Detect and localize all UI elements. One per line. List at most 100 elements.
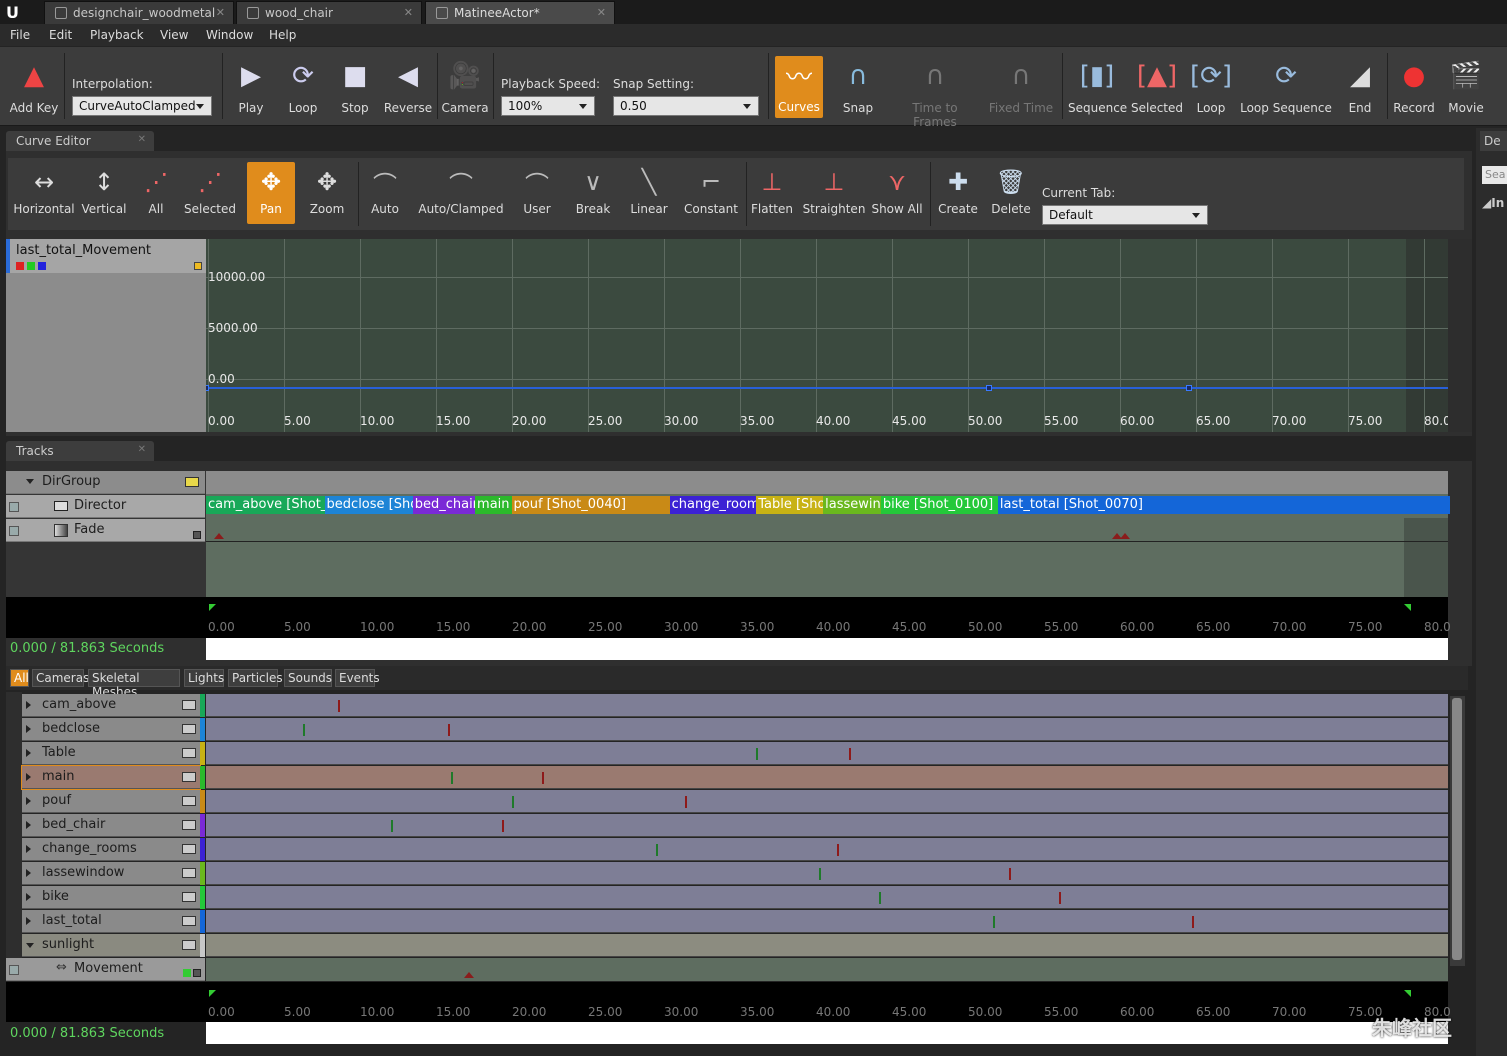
curve-key-point[interactable] <box>985 385 992 391</box>
key-tick[interactable] <box>391 820 394 832</box>
zoom-button[interactable]: ✥ Zoom <box>302 162 352 224</box>
key-tick[interactable] <box>338 700 341 712</box>
key-tick[interactable] <box>756 748 759 760</box>
curve-graph[interactable]: 10000.00 5000.00 0.00 0.00 5.00 10.00 15.00… <box>206 239 1448 432</box>
view-loop-button[interactable]: [⟳] Loop <box>1186 57 1236 117</box>
key-tick[interactable] <box>1008 868 1011 880</box>
tab-wood-chair[interactable]: wood_chair ✕ <box>236 1 422 24</box>
auto-tangent-button[interactable]: ⌒ Auto <box>362 162 408 224</box>
menu-edit[interactable]: Edit <box>49 28 72 42</box>
expand-arrow-icon[interactable] <box>26 797 31 805</box>
director-shot[interactable]: pouf [Shot_0040] <box>511 496 670 514</box>
details-category[interactable]: ◢In <box>1482 196 1507 214</box>
group-row[interactable]: lassewindow <box>22 862 200 885</box>
filter-skeletal-meshes[interactable]: Skeletal Meshes <box>88 669 180 699</box>
group-lane-dirgroup[interactable] <box>206 471 1448 494</box>
playback-speed-dropdown[interactable]: 100% <box>501 96 595 116</box>
key-tick[interactable] <box>655 844 658 856</box>
group-lane[interactable] <box>206 886 1448 909</box>
filter-cameras[interactable]: Cameras <box>32 669 89 687</box>
menu-help[interactable]: Help <box>269 28 296 42</box>
fixed-time-button[interactable]: ∩ Fixed Time <box>988 57 1054 117</box>
sequence-end-marker[interactable] <box>1404 990 1411 997</box>
end-button[interactable]: ◢ End <box>1332 57 1388 117</box>
group-row[interactable]: main <box>21 765 201 790</box>
key-marker[interactable] <box>1120 533 1130 539</box>
expand-arrow-icon[interactable] <box>26 869 31 877</box>
key-tick[interactable] <box>684 796 687 808</box>
fade-lane[interactable] <box>206 519 1448 542</box>
director-shot[interactable]: bike [Shot_0100] <box>880 496 998 514</box>
group-lane[interactable] <box>206 694 1448 717</box>
unreal-logo-icon[interactable]: U <box>6 3 28 22</box>
sequence-end-marker[interactable] <box>1404 604 1411 611</box>
timeline-scrollbar[interactable] <box>206 638 1448 660</box>
camera-button[interactable]: 🎥 Camera <box>437 57 493 117</box>
view-selected-button[interactable]: [▲] Selected <box>1130 57 1184 117</box>
group-lane[interactable] <box>206 790 1448 813</box>
expand-arrow-icon[interactable] <box>26 701 31 709</box>
track-enable-checkbox[interactable] <box>9 965 19 975</box>
filter-sounds[interactable]: Sounds <box>284 669 332 687</box>
director-lane[interactable]: cam_above [Shot_0010]bedclose [Shot_0020… <box>206 495 1451 518</box>
add-key-button[interactable]: ▲ Add Key <box>6 57 62 117</box>
group-lane[interactable] <box>206 910 1448 933</box>
key-tick[interactable] <box>541 772 544 784</box>
time-to-frames-button[interactable]: ∩ Time to Frames <box>890 57 980 129</box>
expand-arrow-icon[interactable] <box>26 773 31 781</box>
filter-all[interactable]: All <box>10 669 29 687</box>
menu-playback[interactable]: Playback <box>90 28 144 42</box>
key-tick[interactable] <box>836 844 839 856</box>
group-row[interactable]: last_total <box>22 910 200 933</box>
tracks-tab[interactable]: Tracks ✕ <box>6 441 154 461</box>
show-all-button[interactable]: ⋎ Show All <box>870 162 924 224</box>
details-tab[interactable]: De <box>1480 131 1507 151</box>
interpolation-dropdown[interactable]: CurveAutoClamped <box>72 96 212 116</box>
snap-setting-dropdown[interactable]: 0.50 <box>613 96 759 116</box>
fit-all-button[interactable]: ⋰ All <box>136 162 176 224</box>
collapse-arrow-icon[interactable] <box>26 943 34 948</box>
track-row-fade[interactable]: Fade <box>6 519 205 542</box>
key-tick[interactable] <box>993 916 996 928</box>
track-row-movement[interactable]: ⇔ Movement <box>6 958 205 981</box>
loop-sequence-button[interactable]: ⟳ Loop Sequence <box>1240 57 1332 117</box>
menu-window[interactable]: Window <box>206 28 253 42</box>
menu-file[interactable]: File <box>10 28 30 42</box>
delete-tab-button[interactable]: 🗑 Delete <box>988 162 1034 224</box>
curve-editor-tab[interactable]: Curve Editor ✕ <box>6 131 154 151</box>
curve-key-point[interactable] <box>1186 385 1193 391</box>
reverse-button[interactable]: ◀ Reverse <box>380 57 436 117</box>
group-lane[interactable] <box>206 718 1448 741</box>
filter-particles[interactable]: Particles <box>228 669 283 687</box>
curve-entry[interactable]: last_total_Movement <box>6 239 206 273</box>
channel-z-toggle[interactable] <box>38 262 46 270</box>
loop-button[interactable]: ⟳ Loop <box>275 57 331 117</box>
expand-arrow-icon[interactable] <box>26 845 31 853</box>
expand-arrow-icon[interactable] <box>26 725 31 733</box>
current-tab-dropdown[interactable]: Default <box>1042 205 1208 225</box>
details-search-input[interactable]: Sea <box>1482 166 1507 184</box>
group-row-dirgroup[interactable]: DirGroup <box>6 471 205 494</box>
close-icon[interactable]: ✕ <box>597 6 606 19</box>
menu-view[interactable]: View <box>160 28 188 42</box>
curves-toggle[interactable]: 〰 Curves <box>775 56 823 118</box>
group-lane[interactable] <box>206 862 1448 885</box>
director-shot[interactable]: Table [Shot_0060] <box>756 496 824 514</box>
close-icon[interactable]: ✕ <box>404 6 413 19</box>
director-shot[interactable]: last_total [Shot_0070] <box>997 496 1451 514</box>
view-sequence-button[interactable]: [▮] Sequence <box>1068 57 1127 117</box>
key-tick[interactable] <box>447 724 450 736</box>
movie-button[interactable]: 🎬 Movie <box>1438 57 1494 117</box>
director-shot[interactable]: bed_chair [Shot_0080] <box>412 496 476 514</box>
filter-events[interactable]: Events <box>335 669 380 687</box>
key-tick[interactable] <box>450 772 453 784</box>
fit-selected-button[interactable]: ⋰ Selected <box>180 162 240 224</box>
fit-vertical-button[interactable]: ↕ Vertical <box>80 162 128 224</box>
curve-key-point[interactable] <box>206 385 209 391</box>
key-tick[interactable] <box>1058 892 1061 904</box>
movement-curve[interactable] <box>206 387 1448 389</box>
key-tick[interactable] <box>879 892 882 904</box>
channel-y-toggle[interactable] <box>27 262 35 270</box>
constant-button[interactable]: ⌐ Constant <box>682 162 740 224</box>
group-lane[interactable] <box>206 766 1448 789</box>
